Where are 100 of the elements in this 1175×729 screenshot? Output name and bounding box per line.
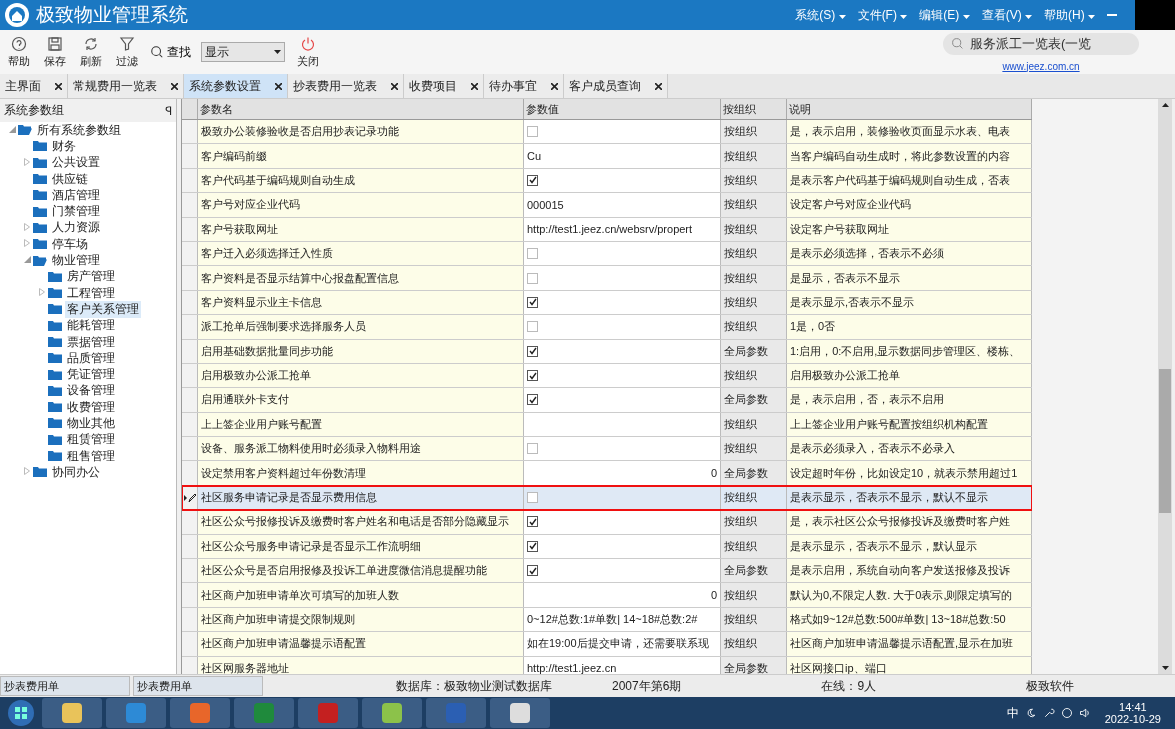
document-tab[interactable]: 抄表费用单	[0, 676, 130, 696]
row-header-cell[interactable]	[182, 632, 198, 656]
checkbox[interactable]	[527, 540, 538, 552]
table-row[interactable]: 启用基础数据批量同步功能 全局参数 1:启用，0:不启用,显示数据同步管理区、楼栋、	[182, 339, 1032, 364]
clock[interactable]: 14:41 2022-10-29	[1104, 701, 1161, 725]
row-header-cell[interactable]	[182, 193, 198, 217]
row-header-cell[interactable]	[182, 412, 198, 437]
tree-item[interactable]: 租售管理	[65, 447, 117, 465]
table-row[interactable]: 社区商户加班申请提交限制规则 0~12#总数:1#单数| 14~18#总数:2# 按组织 格式如9~12#总数:500#单数| 13~18#总数:50	[182, 607, 1032, 633]
checkbox[interactable]	[527, 443, 538, 455]
table-row[interactable]: 客户迁入必须选择迁入性质 按组织 是表示必须选择，否表示不必须	[182, 241, 1032, 267]
tree-item[interactable]: 停车场	[50, 235, 90, 253]
taskbar-app-icon[interactable]	[490, 698, 550, 728]
toolbar-button[interactable]: 保存	[42, 35, 68, 69]
row-header-cell[interactable]	[182, 217, 198, 241]
menu-item[interactable]: 帮助(H)	[1044, 6, 1095, 24]
taskbar-app-icon[interactable]	[362, 698, 422, 728]
table-row[interactable]: 社区商户加班申请温馨提示语配置 如在19:00后提交申请，还需要联系现 按组织 社区商户加班申请温馨提示语配置,显示在加班	[182, 632, 1032, 657]
tree-item[interactable]: 设备管理	[65, 382, 117, 400]
row-header-cell[interactable]	[182, 144, 198, 168]
row-header-cell[interactable]	[182, 559, 198, 583]
tree-item[interactable]: 租赁管理	[65, 431, 117, 449]
tab[interactable]: 抄表费用一览表	[288, 74, 404, 98]
tree-item[interactable]: 门禁管理	[50, 203, 102, 221]
tree-item[interactable]: 品质管理	[65, 349, 117, 367]
row-header-cell[interactable]	[182, 168, 198, 193]
pin-icon[interactable]: ꟼ	[165, 102, 172, 119]
close-icon[interactable]	[655, 82, 662, 90]
table-row[interactable]: 客户资料显示业主卡信息 按组织 是表示显示,否表示不显示	[182, 290, 1032, 316]
checkbox[interactable]	[527, 345, 538, 357]
table-row[interactable]: 社区公众号报修投诉及缴费时客户姓名和电话是否部分隐藏显示 按组织 是，表示社区公众号报修投诉及缴费时客户姓	[182, 510, 1032, 535]
tab[interactable]: 待办事宜	[484, 74, 564, 98]
tree-item[interactable]: 客户关系管理	[65, 300, 141, 318]
menu-item[interactable]: 系统(S)	[795, 6, 846, 24]
table-row[interactable]: 客户编码前缀 Cu 按组织 当客户编码自动生成时，将此参数设置的内容	[182, 144, 1032, 169]
expanded-arrow-icon[interactable]	[8, 125, 16, 133]
column-header[interactable]: 参数值	[524, 99, 721, 119]
search-field[interactable]: 服务派工一览表(一览	[943, 32, 1139, 55]
taskbar-app-icon[interactable]	[42, 698, 102, 728]
row-header-cell[interactable]	[182, 241, 198, 266]
row-header-cell[interactable]	[182, 485, 198, 510]
row-header-cell[interactable]	[182, 461, 198, 485]
tree-item[interactable]: 公共设置	[50, 154, 102, 172]
tree-item[interactable]: 房产管理	[65, 268, 117, 286]
tab[interactable]: 收费项目	[404, 74, 484, 98]
row-header-cell[interactable]	[182, 120, 198, 144]
menu-item[interactable]: 查看(V)	[981, 6, 1032, 24]
row-header-cell[interactable]	[182, 266, 198, 290]
tree-item[interactable]: 物业管理	[50, 252, 102, 270]
row-header-cell[interactable]	[182, 437, 198, 461]
collapsed-arrow-icon[interactable]	[24, 467, 30, 476]
table-row[interactable]: 客户号对应企业代码 000015 按组织 设定客户号对应企业代码	[182, 193, 1032, 218]
tree-item[interactable]: 供应链	[50, 170, 90, 188]
document-tab[interactable]: 抄表费用单	[133, 676, 263, 696]
tree-item[interactable]: 协同办公	[50, 463, 102, 481]
table-row[interactable]: 启用极致办公派工抢单 按组织 启用极致办公派工抢单	[182, 363, 1032, 389]
checkbox[interactable]	[527, 174, 538, 186]
taskbar-app-icon[interactable]	[170, 698, 230, 728]
checkbox[interactable]	[527, 272, 538, 284]
minimize-icon[interactable]	[1107, 14, 1117, 16]
close-icon[interactable]	[551, 82, 558, 90]
column-header[interactable]: 按组织	[721, 99, 787, 119]
scrollbar-thumb[interactable]	[1159, 369, 1171, 513]
scroll-up-arrow-icon[interactable]	[1161, 103, 1169, 107]
toolbar-button[interactable]: 过滤	[114, 35, 140, 69]
input-method-indicator[interactable]: 中	[1006, 704, 1019, 722]
tree-item[interactable]: 票据管理	[65, 333, 117, 351]
checkbox[interactable]	[527, 394, 538, 406]
table-row[interactable]: 社区公众号服务申请记录是否显示工作流明细 按组织 是表示显示，否表示不显示，默认显示	[182, 534, 1032, 560]
table-row[interactable]: 客户号获取网址 http://test1.jeez.cn/websrv/propert 按组织 设定客户号获取网址	[182, 217, 1032, 242]
table-row[interactable]: 启用通联外卡支付 全局参数 是，表示启用，否，表示不启用	[182, 388, 1032, 413]
tree-item[interactable]: 能耗管理	[65, 317, 117, 335]
row-header-cell[interactable]	[182, 363, 198, 388]
tree-item[interactable]: 凭证管理	[65, 366, 117, 384]
scrollbar[interactable]	[1158, 99, 1172, 674]
checkbox[interactable]	[527, 248, 538, 260]
menu-item[interactable]: 编辑(E)	[919, 6, 970, 24]
checkbox[interactable]	[527, 492, 538, 504]
close-icon[interactable]	[471, 82, 478, 90]
collapsed-arrow-icon[interactable]	[24, 222, 30, 231]
collapsed-arrow-icon[interactable]	[24, 157, 30, 166]
tree-item[interactable]: 物业其他	[65, 415, 117, 432]
checkbox[interactable]	[527, 370, 538, 382]
expanded-arrow-icon[interactable]	[23, 256, 31, 263]
find-button[interactable]: 查找	[150, 43, 191, 61]
tree-item[interactable]: 工程管理	[65, 284, 117, 302]
table-row[interactable]: 社区服务申请记录是否显示费用信息 按组织 是表示显示，否表示不显示，默认不显示	[182, 485, 1032, 511]
tab[interactable]: 客户成员查询	[564, 74, 668, 98]
table-row[interactable]: 上上签企业用户账号配置 按组织 上上签企业用户账号配置按组织机构配置	[182, 412, 1032, 438]
tree-item[interactable]: 收费管理	[65, 398, 117, 416]
tab[interactable]: 系统参数设置	[184, 74, 288, 98]
table-row[interactable]: 派工抢单后强制要求选择服务人员 按组织 1是，0否	[182, 315, 1032, 340]
website-link[interactable]: www.jeez.com.cn	[1002, 60, 1080, 72]
table-row[interactable]: 极致办公装修验收是否启用抄表记录功能 按组织 是，表示启用，装修验收页面显示水表、电表	[182, 120, 1032, 145]
row-header-cell[interactable]	[182, 339, 198, 363]
tab[interactable]: 主界面	[0, 74, 68, 98]
close-icon[interactable]	[171, 82, 178, 90]
row-header-cell[interactable]	[182, 607, 198, 632]
tree-item[interactable]: 财务	[50, 137, 78, 155]
checkbox[interactable]	[527, 126, 538, 138]
